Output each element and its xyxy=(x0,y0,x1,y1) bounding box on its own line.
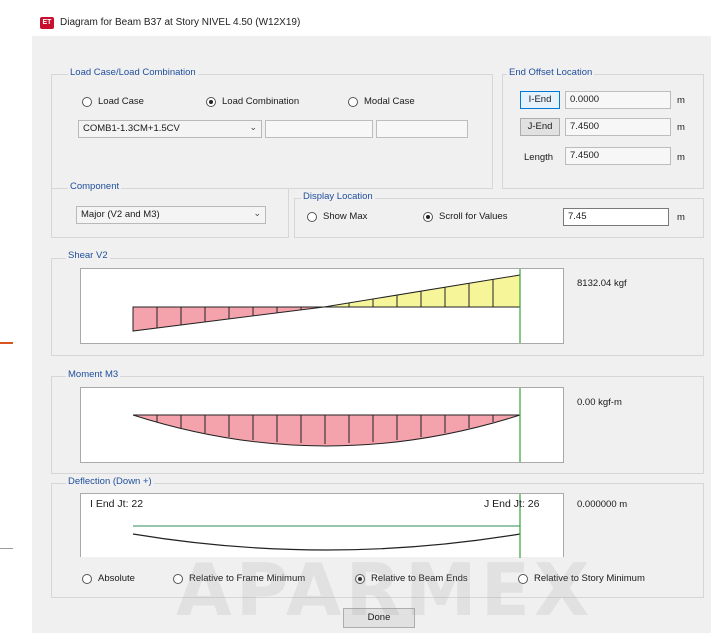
radio-icon xyxy=(82,573,92,584)
load-case-group-label: Load Case/Load Combination xyxy=(68,67,198,78)
moment-readout: 0.00 kgf-m xyxy=(577,397,622,408)
radio-load-combination-label: Load Combination xyxy=(222,96,300,107)
shear-diagram-svg xyxy=(132,269,521,343)
diagram-window: ET Diagram for Beam B37 at Story NIVEL 4… xyxy=(32,10,711,633)
radio-icon xyxy=(307,211,317,222)
radio-show-max[interactable]: Show Max xyxy=(307,211,367,222)
end-offset-group-label: End Offset Location xyxy=(507,67,595,78)
j-end-value-field[interactable]: 7.4500 xyxy=(565,118,671,136)
extra-field-1 xyxy=(265,120,373,138)
i-end-unit: m xyxy=(677,95,685,106)
shear-group-label: Shear V2 xyxy=(66,250,110,261)
deflection-i-end-label: I End Jt: 22 xyxy=(90,498,144,510)
component-group-label: Component xyxy=(68,181,122,192)
display-location-group-label: Display Location xyxy=(301,191,375,202)
radio-absolute-label: Absolute xyxy=(98,573,135,584)
deflection-j-end-label: J End Jt: 26 xyxy=(484,498,540,510)
i-end-value-field[interactable]: 0.0000 xyxy=(565,91,671,109)
radio-load-case-label: Load Case xyxy=(98,96,144,107)
i-end-button[interactable]: I-End xyxy=(520,91,560,109)
window-title: Diagram for Beam B37 at Story NIVEL 4.50… xyxy=(60,17,301,28)
extra-field-2 xyxy=(376,120,468,138)
moment-diagram xyxy=(80,387,564,463)
shear-diagram xyxy=(80,268,564,344)
length-unit: m xyxy=(677,152,685,163)
radio-icon xyxy=(348,96,358,107)
radio-selected-icon xyxy=(423,211,433,222)
radio-icon xyxy=(82,96,92,107)
j-end-button[interactable]: J-End xyxy=(520,118,560,136)
chevron-down-icon: ⌄ xyxy=(249,122,257,132)
title-bar: ET Diagram for Beam B37 at Story NIVEL 4… xyxy=(32,10,711,36)
radio-selected-icon xyxy=(206,96,216,107)
location-value-field[interactable]: 7.45 xyxy=(563,208,669,226)
location-unit: m xyxy=(677,212,685,223)
length-value-field[interactable]: 7.4500 xyxy=(565,147,671,165)
radio-modal-case-label: Modal Case xyxy=(364,96,415,107)
j-end-unit: m xyxy=(677,122,685,133)
radio-load-case[interactable]: Load Case xyxy=(82,96,144,107)
moment-diagram-svg xyxy=(132,388,521,462)
etabs-app-icon: ET xyxy=(40,17,54,29)
chevron-down-icon: ⌄ xyxy=(253,208,261,218)
deflection-readout: 0.000000 m xyxy=(577,499,628,510)
combo-select-value: COMB1-1.3CM+1.5CV xyxy=(83,123,180,134)
left-edge-red-mark xyxy=(0,342,13,344)
combo-select[interactable]: COMB1-1.3CM+1.5CV ⌄ xyxy=(78,120,262,138)
component-select-value: Major (V2 and M3) xyxy=(81,209,160,220)
watermark: APARMEX xyxy=(176,548,594,632)
moment-group-label: Moment M3 xyxy=(66,369,121,380)
radio-modal-case[interactable]: Modal Case xyxy=(348,96,415,107)
radio-scroll-for-values-label: Scroll for Values xyxy=(439,211,508,222)
length-label: Length xyxy=(524,152,554,163)
radio-show-max-label: Show Max xyxy=(323,211,368,222)
deflection-group-label: Deflection (Down +) xyxy=(66,476,154,487)
left-edge-grey-mark xyxy=(0,548,13,549)
radio-absolute[interactable]: Absolute xyxy=(82,573,135,584)
radio-scroll-for-values[interactable]: Scroll for Values xyxy=(423,211,507,222)
radio-load-combination[interactable]: Load Combination xyxy=(206,96,299,107)
shear-readout: 8132.04 kgf xyxy=(577,278,627,289)
component-select[interactable]: Major (V2 and M3) ⌄ xyxy=(76,206,266,224)
